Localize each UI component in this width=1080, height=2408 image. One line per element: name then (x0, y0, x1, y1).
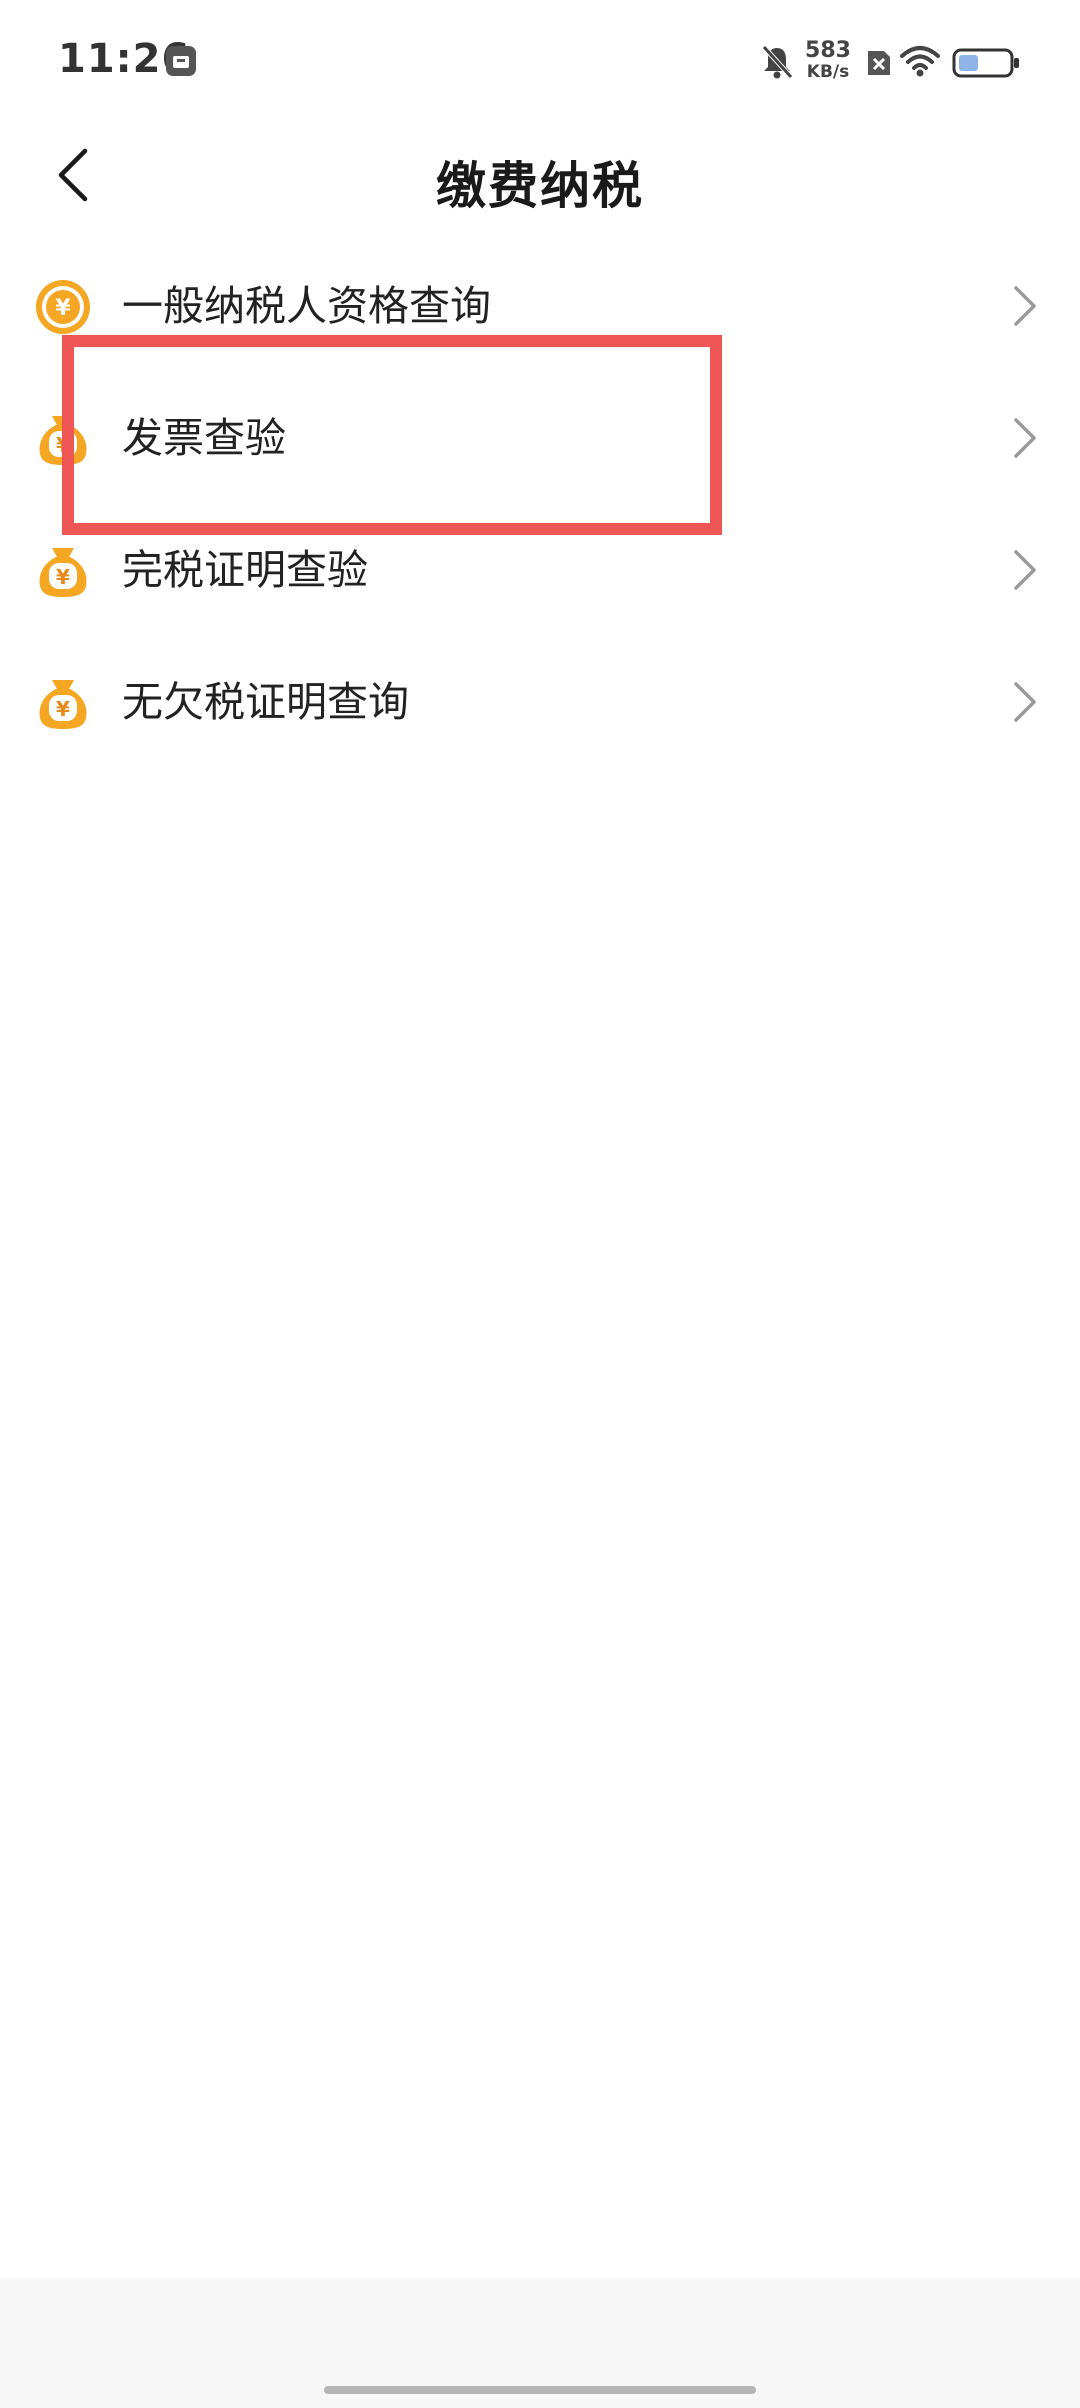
net-speed-unit: KB/s (806, 62, 850, 82)
svg-text:¥: ¥ (55, 296, 71, 321)
svg-text:¥: ¥ (56, 433, 70, 457)
money-bag-icon: ¥ (39, 680, 87, 729)
home-indicator[interactable] (324, 2386, 756, 2394)
page-title: 缴费纳税 (436, 157, 644, 215)
bottom-nav-area (0, 2278, 1080, 2408)
notification-icon (166, 46, 196, 76)
wifi-icon (900, 46, 940, 77)
status-icons: 583 KB/s (760, 0, 1080, 130)
menu-item-no-tax-arrears-certificate[interactable]: ¥ 无欠税证明查询 (0, 636, 1080, 768)
net-speed-value: 583 (805, 38, 851, 63)
sim-off-icon (868, 51, 890, 75)
chevron-right-icon (1014, 286, 1036, 326)
menu-item-label: 无欠税证明查询 (122, 678, 409, 726)
yuan-coin-icon: ¥ (36, 280, 90, 334)
status-bar: 11:26 583 KB/s (0, 0, 1080, 130)
menu-item-invoice-verification[interactable]: ¥ 发票查验 (0, 372, 1080, 504)
chevron-right-icon (1014, 682, 1036, 722)
svg-text:¥: ¥ (56, 697, 70, 721)
menu-item-label: 完税证明查验 (122, 546, 368, 594)
menu-item-tax-payment-certificate[interactable]: ¥ 完税证明查验 (0, 504, 1080, 636)
menu-list: ¥ 一般纳税人资格查询 ¥ 发票查验 ¥ 完税证明查验 ¥ 无欠税证明查询 (0, 240, 1080, 768)
money-bag-icon: ¥ (39, 416, 87, 465)
svg-text:¥: ¥ (56, 565, 70, 589)
chevron-right-icon (1014, 550, 1036, 590)
bell-muted-icon (762, 45, 793, 79)
menu-item-general-taxpayer-query[interactable]: ¥ 一般纳税人资格查询 (0, 240, 1080, 372)
net-speed: 583 KB/s (802, 40, 854, 81)
header: 缴费纳税 (0, 130, 1080, 220)
chevron-right-icon (1014, 418, 1036, 458)
menu-item-label: 发票查验 (122, 414, 286, 462)
money-bag-icon: ¥ (39, 548, 87, 597)
battery-icon (952, 48, 1019, 78)
menu-item-label: 一般纳税人资格查询 (122, 282, 491, 330)
